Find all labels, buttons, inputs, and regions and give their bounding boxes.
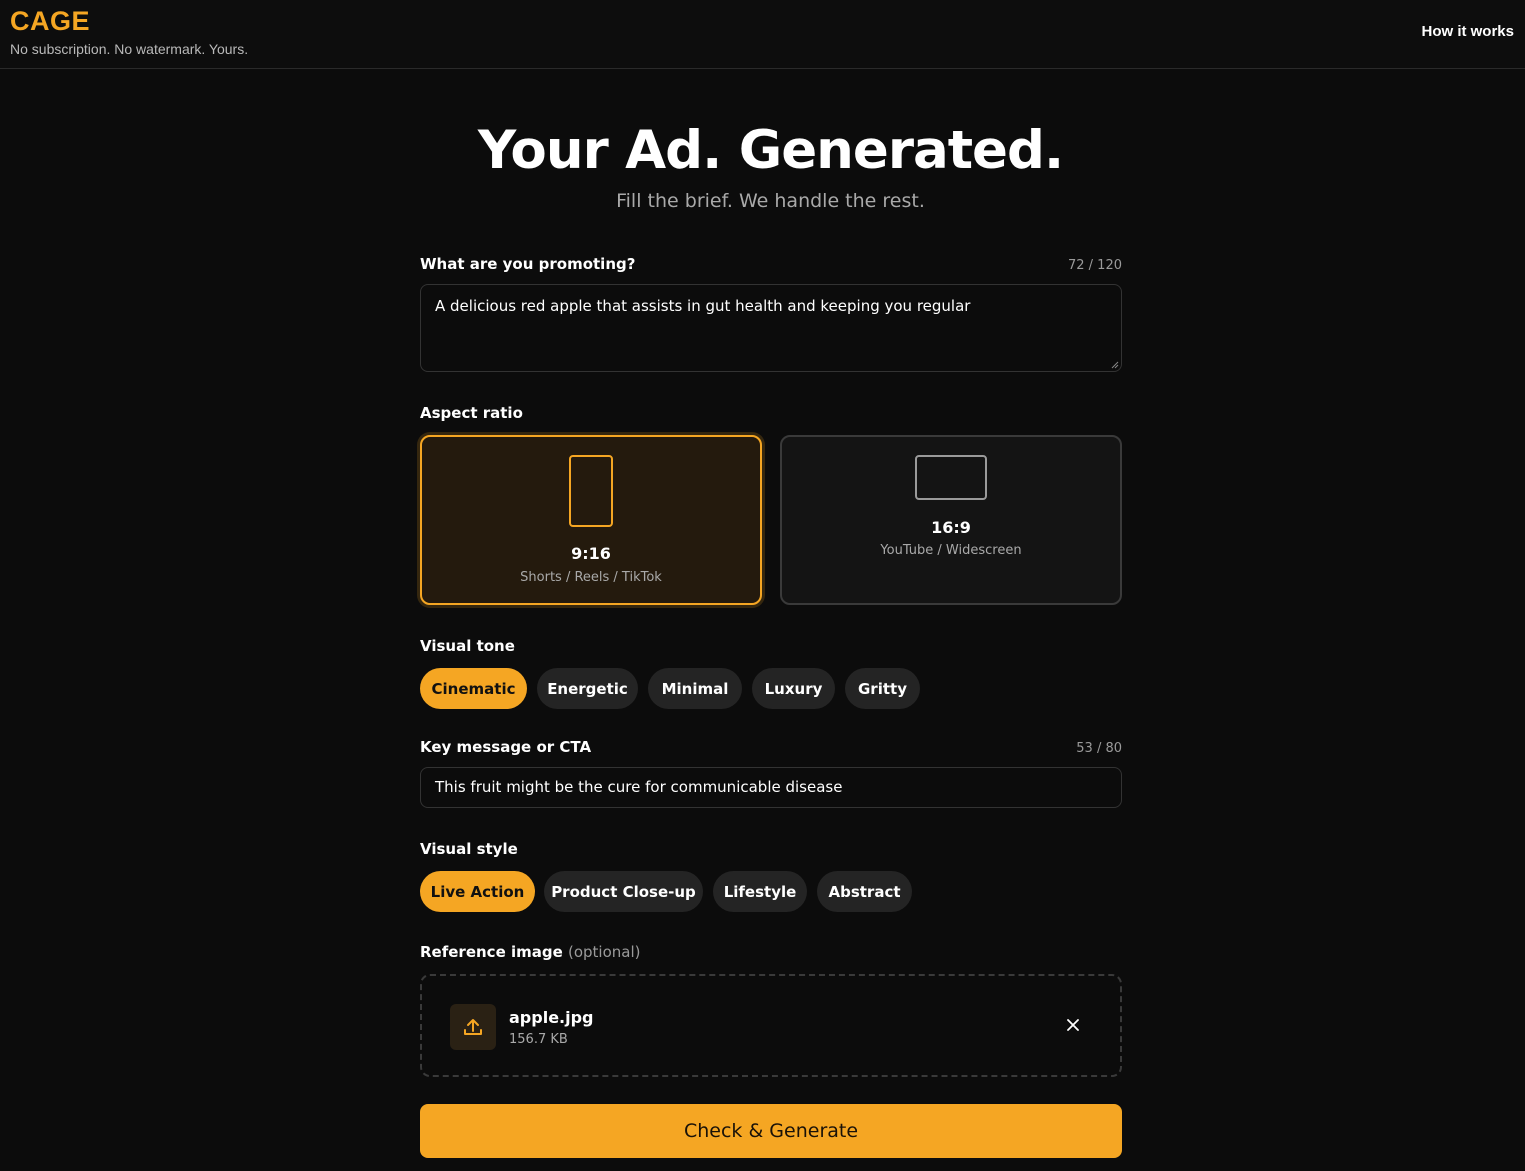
reference-image-label-text: Reference image bbox=[420, 943, 563, 961]
brand-logo[interactable]: CAGE bbox=[10, 6, 90, 37]
tone-chip-minimal[interactable]: Minimal bbox=[648, 668, 742, 709]
style-chip-lifestyle[interactable]: Lifestyle bbox=[713, 871, 807, 912]
aspect-option-title: 9:16 bbox=[571, 544, 611, 563]
ad-brief-form: What are you promoting? 72 / 120 A delic… bbox=[420, 0, 1122, 1171]
visual-style-label: Visual style bbox=[420, 840, 518, 858]
resize-grip-icon[interactable] bbox=[1110, 360, 1119, 369]
uploaded-file-size: 156.7 KB bbox=[509, 1032, 568, 1047]
landscape-frame-icon bbox=[915, 455, 987, 500]
key-message-text: This fruit might be the cure for communi… bbox=[435, 778, 843, 796]
reference-image-label: Reference image (optional) bbox=[420, 943, 641, 961]
style-chip-product-close-up[interactable]: Product Close-up bbox=[544, 871, 703, 912]
tone-chip-cinematic[interactable]: Cinematic bbox=[420, 668, 527, 709]
aspect-ratio-label: Aspect ratio bbox=[420, 404, 523, 422]
tone-chip-energetic[interactable]: Energetic bbox=[537, 668, 638, 709]
reference-image-optional: (optional) bbox=[568, 943, 641, 961]
remove-file-button[interactable] bbox=[1064, 1016, 1082, 1034]
aspect-option-subtitle: Shorts / Reels / TikTok bbox=[520, 570, 662, 585]
close-icon bbox=[1067, 1019, 1079, 1031]
upload-icon bbox=[450, 1004, 496, 1050]
tone-chip-luxury[interactable]: Luxury bbox=[752, 668, 835, 709]
check-and-generate-button[interactable]: Check & Generate bbox=[420, 1104, 1122, 1158]
promoting-char-counter: 72 / 120 bbox=[1068, 258, 1122, 273]
style-chip-abstract[interactable]: Abstract bbox=[817, 871, 912, 912]
style-chip-live-action[interactable]: Live Action bbox=[420, 871, 535, 912]
promoting-text: A delicious red apple that assists in gu… bbox=[435, 297, 971, 315]
tone-chip-gritty[interactable]: Gritty bbox=[845, 668, 920, 709]
aspect-option-9-16[interactable]: 9:16 Shorts / Reels / TikTok bbox=[420, 435, 762, 605]
aspect-option-subtitle: YouTube / Widescreen bbox=[880, 543, 1022, 558]
portrait-frame-icon bbox=[569, 455, 613, 527]
reference-image-dropzone[interactable]: apple.jpg 156.7 KB bbox=[420, 974, 1122, 1077]
key-message-char-counter: 53 / 80 bbox=[1076, 741, 1122, 756]
how-it-works-link[interactable]: How it works bbox=[1421, 23, 1514, 40]
aspect-option-title: 16:9 bbox=[931, 518, 971, 537]
aspect-option-16-9[interactable]: 16:9 YouTube / Widescreen bbox=[780, 435, 1122, 605]
visual-tone-label: Visual tone bbox=[420, 637, 515, 655]
promoting-textarea[interactable]: A delicious red apple that assists in gu… bbox=[420, 284, 1122, 372]
promoting-label: What are you promoting? bbox=[420, 255, 636, 273]
key-message-label: Key message or CTA bbox=[420, 738, 592, 756]
key-message-input[interactable]: This fruit might be the cure for communi… bbox=[420, 767, 1122, 808]
brand-tagline: No subscription. No watermark. Yours. bbox=[10, 41, 249, 57]
uploaded-file-name: apple.jpg bbox=[509, 1008, 594, 1027]
